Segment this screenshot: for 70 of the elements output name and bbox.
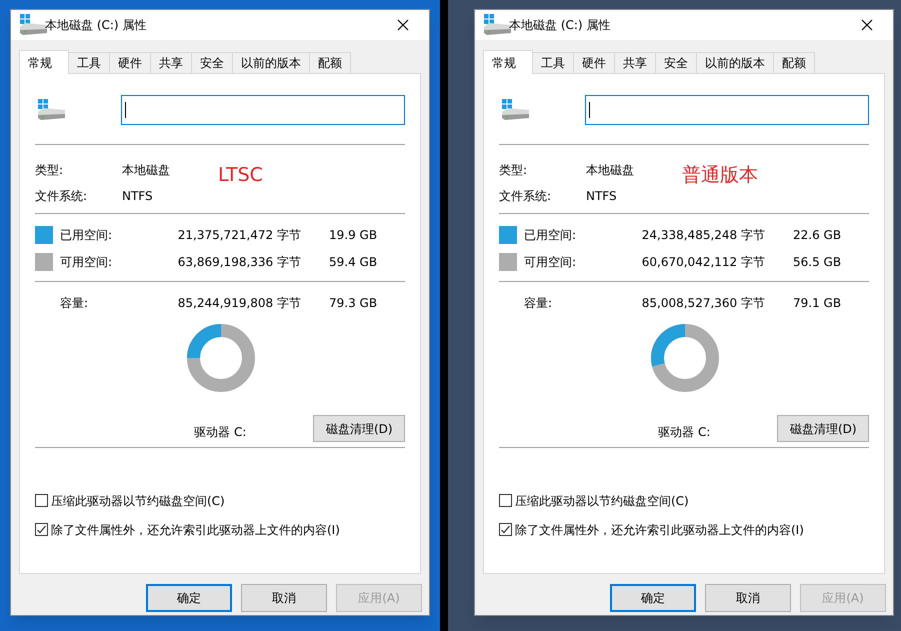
dialog-button[interactable]: 确定	[610, 584, 696, 612]
option-label: 压缩此驱动器以节约磁盘空间(C)	[515, 492, 689, 510]
info-value: 本地磁盘	[586, 162, 634, 179]
drive-label: 驱动器 C:	[194, 424, 248, 441]
text-cursor	[125, 102, 126, 118]
dialog-button[interactable]: 取消	[705, 584, 791, 612]
drive-label: 驱动器 C:	[658, 424, 712, 441]
usage-donut	[186, 323, 256, 393]
size-value: 79.3 GB	[329, 295, 378, 312]
capacity-label: 容量:	[60, 295, 90, 312]
size-value: 59.4 GB	[329, 254, 378, 270]
capacity-label: 容量:	[524, 295, 554, 312]
tab[interactable]: 硬件	[574, 52, 615, 73]
info-value: 本地磁盘	[122, 162, 170, 179]
window-title: 本地磁盘 (C:) 属性	[509, 17, 610, 34]
checkbox[interactable]	[499, 494, 512, 507]
size-value: 56.5 GB	[793, 254, 842, 270]
checkbox[interactable]	[499, 523, 512, 536]
disk-cleanup-button[interactable]: 磁盘清理(D)	[777, 415, 869, 442]
byte-count: 21,375,721,472 字节	[176, 226, 302, 244]
info-label: 文件系统:	[499, 188, 552, 205]
drive-icon	[37, 98, 67, 122]
window-title: 本地磁盘 (C:) 属性	[45, 17, 146, 34]
usage-donut	[650, 323, 720, 393]
tab[interactable]: 硬件	[110, 52, 151, 73]
byte-count: 85,244,919,808 字节	[176, 295, 302, 312]
info-label: 类型:	[499, 162, 528, 179]
info-label: 文件系统:	[35, 188, 88, 205]
checkbox[interactable]	[35, 523, 48, 536]
byte-count: 63,869,198,336 字节	[176, 254, 302, 270]
size-value: 22.6 GB	[793, 226, 842, 244]
space-label: 可用空间:	[60, 254, 114, 270]
text-cursor	[589, 102, 590, 118]
space-label: 已用空间:	[524, 226, 578, 244]
option-label: 除了文件属性外，还允许索引此驱动器上文件的内容(I)	[51, 522, 340, 538]
tab[interactable]: 工具	[69, 52, 110, 73]
name-field[interactable]	[121, 95, 405, 125]
info-label: 类型:	[35, 162, 64, 179]
tab[interactable]: 安全	[656, 52, 697, 73]
annotation-text: LTSC	[218, 163, 263, 188]
tab[interactable]: 配额	[774, 52, 815, 73]
tab[interactable]: 常规	[19, 50, 69, 74]
disk-cleanup-button[interactable]: 磁盘清理(D)	[313, 415, 405, 442]
info-value: NTFS	[122, 188, 153, 205]
byte-count: 60,670,042,112 字节	[640, 254, 766, 270]
byte-count: 24,338,485,248 字节	[640, 226, 766, 244]
size-value: 19.9 GB	[329, 226, 378, 244]
dialog-button[interactable]: 取消	[241, 584, 327, 612]
option-label: 除了文件属性外，还允许索引此驱动器上文件的内容(I)	[515, 522, 804, 538]
name-field[interactable]	[585, 95, 869, 125]
space-label: 已用空间:	[60, 226, 114, 244]
annotation-text: 普通版本	[682, 163, 758, 188]
tab[interactable]: 以前的版本	[697, 52, 774, 73]
tab[interactable]: 安全	[192, 52, 233, 73]
tab[interactable]: 以前的版本	[233, 52, 310, 73]
close-icon[interactable]	[861, 19, 873, 31]
drive-icon	[501, 98, 531, 122]
tab[interactable]: 共享	[151, 52, 192, 73]
tab[interactable]: 配额	[310, 52, 351, 73]
size-value: 79.1 GB	[793, 295, 842, 312]
tab[interactable]: 工具	[533, 52, 574, 73]
option-label: 压缩此驱动器以节约磁盘空间(C)	[51, 492, 225, 510]
info-value: NTFS	[586, 188, 617, 205]
byte-count: 85,008,527,360 字节	[640, 295, 766, 312]
space-label: 可用空间:	[524, 254, 578, 270]
dialog-button[interactable]: 确定	[146, 584, 232, 612]
checkbox[interactable]	[35, 494, 48, 507]
tab[interactable]: 共享	[615, 52, 656, 73]
close-icon[interactable]	[397, 19, 409, 31]
tab[interactable]: 常规	[483, 50, 533, 74]
